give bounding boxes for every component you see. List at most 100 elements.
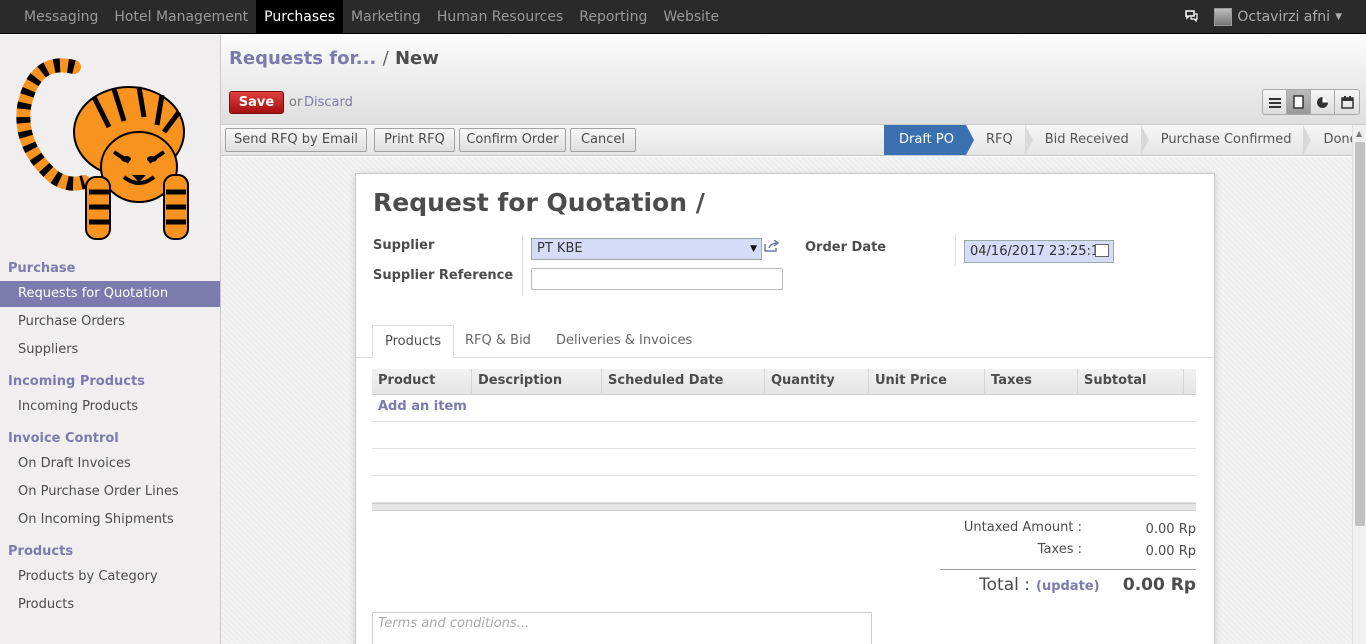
sidebar-section-products: Products (8, 544, 74, 559)
sidebar-item-suppliers[interactable]: Suppliers (0, 337, 220, 363)
sidebar: Purchase Requests for Quotation Purchase… (0, 35, 221, 644)
calendar-icon[interactable] (1095, 244, 1109, 257)
supplier-select[interactable]: PT KBE ▼ (531, 238, 762, 260)
notebook-tabs: Products RFQ & Bid Deliveries & Invoices (356, 325, 1214, 358)
table-row: Add an item (372, 395, 1196, 422)
form-area: Request for Quotation / Supplier Supplie… (221, 157, 1352, 644)
sidebar-item-products-by-category[interactable]: Products by Category (0, 564, 220, 590)
taxes-value: 0.00 Rp (1145, 544, 1196, 559)
column-unit-price[interactable]: Unit Price (869, 369, 985, 395)
menu-messaging[interactable]: Messaging (16, 0, 106, 34)
status-bar: Draft PO RFQ Bid Received Purchase Confi… (884, 125, 1366, 155)
calendar-icon (1340, 95, 1354, 109)
top-menu-bar: Messaging Hotel Management Purchases Mar… (0, 0, 1366, 34)
sidebar-item-on-purchase-order-lines[interactable]: On Purchase Order Lines (0, 479, 220, 505)
menu-hotel-management[interactable]: Hotel Management (106, 0, 256, 34)
list-view-button[interactable] (1263, 90, 1287, 114)
status-purchase-confirmed[interactable]: Purchase Confirmed (1141, 125, 1312, 155)
action-bar: Send RFQ by Email Print RFQ Confirm Orde… (221, 125, 1358, 156)
table-row (372, 449, 1196, 476)
list-icon (1268, 97, 1281, 108)
breadcrumb-parent[interactable]: Requests for... (229, 48, 376, 69)
or-label: or (289, 95, 303, 110)
column-description[interactable]: Description (472, 369, 602, 395)
form-sheet: Request for Quotation / Supplier Supplie… (355, 173, 1215, 644)
total-divider (940, 569, 1196, 570)
status-label: RFQ (985, 132, 1013, 147)
total-label: Total : (979, 575, 1030, 595)
chevron-down-icon: ▼ (750, 244, 757, 254)
confirm-order-button[interactable]: Confirm Order (459, 128, 566, 152)
column-taxes[interactable]: Taxes (985, 369, 1078, 395)
status-label: Bid Received (1044, 132, 1129, 147)
sidebar-item-products[interactable]: Products (0, 592, 220, 618)
supplier-reference-label: Supplier Reference (373, 268, 514, 283)
table-footer (372, 503, 1196, 511)
supplier-label: Supplier (373, 238, 435, 253)
save-button[interactable]: Save (229, 91, 284, 114)
calendar-view-button[interactable] (1335, 90, 1359, 114)
update-link[interactable]: (update) (1036, 579, 1100, 594)
order-date-value: 04/16/2017 23:25:13 (970, 244, 1108, 259)
menu-purchases[interactable]: Purchases (256, 0, 344, 34)
avatar (1214, 8, 1233, 26)
status-label: Draft PO (899, 132, 954, 147)
external-link-icon[interactable] (764, 239, 780, 256)
sidebar-item-on-incoming-shipments[interactable]: On Incoming Shipments (0, 507, 220, 533)
column-product[interactable]: Product (372, 369, 472, 395)
view-header: Requests for... / New Save or Discard (221, 35, 1366, 125)
field-separator (522, 234, 523, 296)
menu-human-resources[interactable]: Human Resources (429, 0, 571, 34)
graph-view-button[interactable] (1311, 90, 1335, 114)
form-icon (1293, 95, 1304, 109)
breadcrumb-separator: / (382, 48, 389, 69)
sidebar-item-purchase-orders[interactable]: Purchase Orders (0, 309, 220, 335)
sidebar-section-incoming-products: Incoming Products (8, 374, 145, 389)
order-date-input[interactable]: 04/16/2017 23:25:13 (964, 240, 1114, 263)
terms-and-conditions-input[interactable]: Terms and conditions... (372, 612, 872, 644)
status-draft-po[interactable]: Draft PO (884, 125, 974, 155)
tab-deliveries-invoices[interactable]: Deliveries & Invoices (544, 325, 704, 358)
menu-reporting[interactable]: Reporting (571, 0, 655, 34)
column-scheduled-date[interactable]: Scheduled Date (602, 369, 765, 395)
tab-rfq-bid[interactable]: RFQ & Bid (453, 325, 543, 358)
chat-icon[interactable] (1185, 9, 1198, 25)
order-date-label: Order Date (805, 240, 887, 255)
add-item-link[interactable]: Add an item (378, 399, 467, 414)
untaxed-amount-value: 0.00 Rp (1145, 522, 1196, 537)
app-menu: Messaging Hotel Management Purchases Mar… (16, 0, 727, 34)
untaxed-amount-label: Untaxed Amount : (963, 520, 1082, 535)
menu-marketing[interactable]: Marketing (343, 0, 429, 34)
view-switcher (1262, 89, 1360, 115)
graph-icon (1317, 96, 1328, 108)
status-rfq[interactable]: RFQ (966, 125, 1033, 155)
print-rfq-button[interactable]: Print RFQ (374, 128, 455, 152)
table-row (372, 422, 1196, 449)
scroll-up-icon[interactable]: ▲ (1356, 129, 1362, 138)
column-quantity[interactable]: Quantity (765, 369, 869, 395)
form-view-button[interactable] (1287, 90, 1311, 114)
sidebar-item-incoming-products[interactable]: Incoming Products (0, 394, 220, 420)
company-logo (14, 47, 204, 247)
sidebar-section-purchase: Purchase (8, 261, 76, 276)
scrollbar[interactable]: ▲ (1352, 125, 1366, 644)
order-lines-table: Product Description Scheduled Date Quant… (372, 369, 1196, 511)
discard-link[interactable]: Discard (304, 95, 353, 110)
status-bid-received[interactable]: Bid Received (1025, 125, 1149, 155)
menu-website[interactable]: Website (655, 0, 727, 34)
sidebar-item-on-draft-invoices[interactable]: On Draft Invoices (0, 451, 220, 477)
supplier-value: PT KBE (537, 241, 583, 256)
status-label: Purchase Confirmed (1160, 132, 1292, 147)
scrollbar-thumb[interactable] (1355, 142, 1365, 526)
table-row (372, 476, 1196, 503)
taxes-label: Taxes : (1037, 542, 1082, 557)
send-rfq-email-button[interactable]: Send RFQ by Email (225, 128, 367, 152)
user-menu[interactable]: Octavirzi afni ▼ (1214, 8, 1342, 26)
supplier-reference-input[interactable] (531, 268, 783, 290)
cancel-button[interactable]: Cancel (570, 128, 636, 152)
tab-products[interactable]: Products (372, 325, 455, 358)
sidebar-section-invoice-control: Invoice Control (8, 431, 119, 446)
sidebar-item-requests-for-quotation[interactable]: Requests for Quotation (0, 281, 220, 307)
column-subtotal[interactable]: Subtotal (1078, 369, 1184, 395)
table-header: Product Description Scheduled Date Quant… (372, 369, 1196, 395)
